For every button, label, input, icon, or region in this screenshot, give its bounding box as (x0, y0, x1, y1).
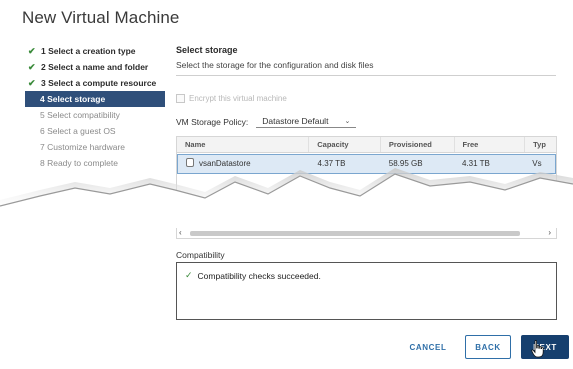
scrollbar-thumb[interactable] (190, 231, 520, 236)
policy-label: VM Storage Policy: (176, 117, 249, 127)
compatibility-text: Compatibility checks succeeded. (197, 270, 321, 281)
checkmark-icon: ✔ (28, 46, 36, 56)
step-select-guest-os: 6 Select a guest OS (26, 123, 166, 139)
column-header-free[interactable]: Free (455, 137, 526, 152)
column-header-type[interactable]: Typ (525, 137, 556, 152)
torn-paper-divider (0, 168, 573, 228)
step-customize-hardware: 7 Customize hardware (26, 139, 166, 155)
step-label: 3 Select a compute resource (41, 78, 157, 88)
divider (176, 75, 556, 76)
scroll-left-icon[interactable]: ‹ (179, 228, 182, 237)
cancel-button[interactable]: CANCEL (404, 335, 452, 359)
checkmark-icon: ✔ (28, 78, 36, 88)
step-select-creation-type[interactable]: ✔ 1 Select a creation type (26, 43, 166, 59)
step-select-compute-resource[interactable]: ✔ 3 Select a compute resource (26, 75, 166, 91)
step-label: 4 Select storage (40, 94, 106, 104)
hand-pointer-icon (531, 340, 544, 358)
compatibility-label: Compatibility (176, 250, 225, 260)
step-label: 1 Select a creation type (41, 46, 136, 56)
section-title: Select storage (176, 45, 238, 55)
step-label: 6 Select a guest OS (40, 126, 116, 136)
wizard-steps: ✔ 1 Select a creation type ✔ 2 Select a … (25, 43, 166, 171)
step-select-storage[interactable]: 4 Select storage (25, 91, 165, 107)
table-header: Name Capacity Provisioned Free Typ (177, 137, 556, 153)
step-label: 5 Select compatibility (40, 110, 120, 120)
storage-policy-select[interactable]: Datastore Default ⌄ (256, 116, 357, 128)
encrypt-vm-option: Encrypt this virtual machine (176, 94, 287, 103)
dialog-title: New Virtual Machine (22, 8, 180, 27)
step-select-name-folder[interactable]: ✔ 2 Select a name and folder (26, 59, 166, 75)
encrypt-label: Encrypt this virtual machine (189, 94, 287, 103)
policy-value: Datastore Default (262, 116, 329, 126)
horizontal-scrollbar[interactable]: ‹ › (176, 228, 557, 239)
compatibility-message: ✓ Compatibility checks succeeded. (185, 270, 321, 281)
chevron-down-icon: ⌄ (344, 118, 351, 125)
next-button[interactable]: NEXT (521, 335, 569, 359)
back-button[interactable]: BACK (465, 335, 511, 359)
column-header-capacity[interactable]: Capacity (309, 137, 381, 152)
checkmark-icon: ✔ (28, 62, 36, 72)
storage-policy-row: VM Storage Policy: Datastore Default ⌄ (176, 116, 357, 128)
checkmark-icon: ✓ (185, 270, 193, 280)
step-select-compatibility: 5 Select compatibility (26, 107, 166, 123)
section-subtitle: Select the storage for the configuration… (176, 60, 374, 70)
encrypt-checkbox[interactable] (176, 94, 185, 103)
column-header-provisioned[interactable]: Provisioned (381, 137, 455, 152)
step-label: 7 Customize hardware (40, 142, 126, 152)
step-label: 2 Select a name and folder (41, 62, 149, 72)
column-header-name[interactable]: Name (177, 137, 310, 152)
scroll-right-icon[interactable]: › (548, 228, 551, 237)
compatibility-box: ✓ Compatibility checks succeeded. (176, 262, 557, 320)
